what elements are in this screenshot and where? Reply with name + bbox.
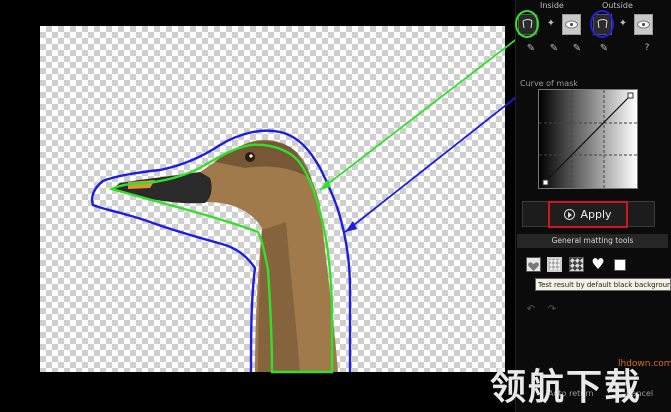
inside-eraser-icon[interactable]: ✎ xyxy=(547,41,561,55)
curve-point-end xyxy=(627,92,634,99)
apply-label: Apply xyxy=(580,208,612,221)
inside-brush-icon[interactable]: ✎ xyxy=(570,41,584,55)
lasso-icon xyxy=(522,19,533,29)
inside-pen-icon[interactable]: ✎ xyxy=(524,41,538,55)
transparent-background xyxy=(40,26,505,372)
outside-brush-tool-button[interactable] xyxy=(593,14,612,35)
apply-button[interactable]: Apply xyxy=(548,201,628,228)
white-bg-button[interactable] xyxy=(614,259,626,271)
redo-icon[interactable]: ↷ xyxy=(545,302,559,316)
curve-graph xyxy=(539,90,637,188)
curve-point-start xyxy=(542,179,549,186)
inside-brush-tool-button[interactable] xyxy=(518,14,537,35)
curve-of-mask-label: Curve of mask xyxy=(520,79,578,88)
dark-checker-bg-button[interactable] xyxy=(569,257,584,272)
outside-label: Outside xyxy=(602,1,633,10)
outside-magic-wand-icon[interactable]: ✦ xyxy=(616,16,630,30)
eye-icon xyxy=(565,20,578,29)
image-canvas[interactable] xyxy=(0,0,515,412)
help-icon[interactable]: ? xyxy=(640,41,654,55)
tooltip: Test result by default black background xyxy=(535,278,671,291)
heart-icon xyxy=(528,262,539,271)
white-bg-heart-button[interactable] xyxy=(526,257,541,272)
inside-view-button[interactable] xyxy=(562,14,581,35)
checker-bg-button[interactable] xyxy=(547,257,562,272)
eye-icon xyxy=(637,20,650,29)
inside-magic-wand-icon[interactable]: ✦ xyxy=(544,16,558,30)
undo-icon[interactable]: ↶ xyxy=(524,302,538,316)
mask-curve-editor[interactable] xyxy=(538,89,638,189)
black-bg-heart-icon[interactable]: ♥ xyxy=(591,255,605,273)
play-icon xyxy=(564,209,576,220)
watermark-url: lhdown.com xyxy=(618,359,671,369)
outside-view-button[interactable] xyxy=(634,14,653,35)
outside-pen-icon[interactable]: ✎ xyxy=(597,41,611,55)
inside-label: Inside xyxy=(540,1,564,10)
general-matting-tools-header: General matting tools xyxy=(517,234,668,248)
lasso-icon xyxy=(597,19,608,29)
